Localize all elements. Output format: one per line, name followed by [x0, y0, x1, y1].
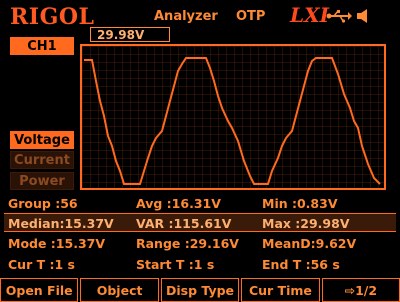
- softkey-bar: Open File Object Disp Type Cur Time ⇨1/2: [0, 278, 400, 302]
- mode-title: Analyzer: [154, 9, 218, 24]
- brand-logo: RIGOL: [10, 4, 95, 30]
- waveform-svg: [82, 46, 384, 188]
- cur-time-button[interactable]: Cur Time: [241, 278, 320, 302]
- usb-icon: [326, 10, 352, 23]
- side-menu-power[interactable]: Power: [10, 172, 74, 190]
- stat-start-time: Start T :1 s: [136, 257, 215, 272]
- stat-max: Max :29.98V: [262, 216, 350, 231]
- stat-avg: Avg :16.31V: [136, 196, 221, 211]
- next-page-button[interactable]: ⇨1/2: [321, 278, 400, 302]
- stats-row: Mode :15.37V Range :29.16V MeanD:9.62V: [4, 234, 396, 253]
- stat-end-time: End T :56 s: [262, 257, 340, 272]
- stats-row: Cur T :1 s Start T :1 s End T :56 s: [4, 255, 396, 274]
- stat-group: Group :56: [8, 196, 78, 211]
- disp-type-button[interactable]: Disp Type: [160, 278, 240, 302]
- lxi-logo: LXI: [290, 3, 329, 27]
- statistics-table: Group :56 Avg :16.31V Min :0.83V Median:…: [4, 194, 396, 276]
- side-menu-current[interactable]: Current: [10, 151, 74, 169]
- channel-button[interactable]: CH1: [10, 37, 74, 55]
- otp-indicator: OTP: [236, 9, 266, 24]
- cursor-value-readout: 29.98V: [90, 27, 170, 42]
- stat-mode: Mode :15.37V: [8, 236, 106, 251]
- waveform-plot: [80, 44, 386, 190]
- stat-meand: MeanD:9.62V: [262, 236, 357, 251]
- open-file-button[interactable]: Open File: [0, 278, 79, 302]
- speaker-icon: [357, 9, 367, 23]
- stat-var: VAR :115.61V: [136, 216, 232, 231]
- stat-median: Median:15.37V: [8, 216, 114, 231]
- stats-row: Group :56 Avg :16.31V Min :0.83V: [4, 194, 396, 213]
- stats-row-highlighted: Median:15.37V VAR :115.61V Max :29.98V: [4, 213, 396, 232]
- object-button[interactable]: Object: [80, 278, 159, 302]
- stat-min: Min :0.83V: [262, 196, 338, 211]
- side-menu-voltage[interactable]: Voltage: [10, 131, 74, 149]
- stat-range: Range :29.16V: [136, 236, 239, 251]
- plot-grid: [82, 46, 384, 188]
- stat-cur-time: Cur T :1 s: [8, 257, 75, 272]
